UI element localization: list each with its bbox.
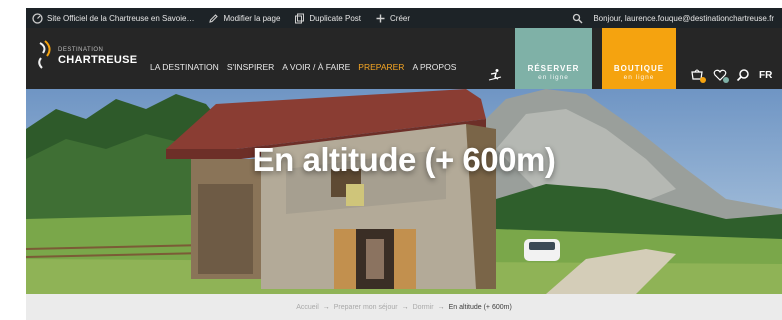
admin-new-label: Créer	[390, 13, 411, 23]
admin-site-name: Site Officiel de la Chartreuse en Savoie…	[47, 13, 195, 23]
ski-icon[interactable]	[488, 68, 502, 82]
nav-preparer[interactable]: PREPARER	[358, 62, 404, 72]
site-logo[interactable]: DESTINATION CHARTREUSE	[34, 38, 137, 74]
nav-a-voir-a-faire[interactable]: A VOIR / À FAIRE	[282, 62, 350, 72]
nav-a-propos[interactable]: A PROPOS	[412, 62, 456, 72]
heart-icon[interactable]	[713, 68, 729, 83]
breadcrumb-current: En altitude (+ 600m)	[448, 303, 512, 311]
language-switcher[interactable]: FR	[759, 70, 772, 81]
breadcrumb: Accueil → Preparer mon séjour → Dormir →…	[26, 294, 782, 320]
breadcrumb-arrow-icon: →	[322, 303, 330, 311]
breadcrumb-prepare[interactable]: Preparer mon séjour	[334, 304, 398, 311]
cart-icon[interactable]	[690, 68, 706, 83]
hero-banner: En altitude (+ 600m)	[26, 89, 782, 294]
admin-duplicate-label: Duplicate Post	[309, 13, 361, 23]
logo-small-text: DESTINATION	[58, 46, 104, 53]
heart-badge	[723, 77, 729, 83]
cart-badge	[700, 77, 706, 83]
boutique-button[interactable]: BOUTIQUE en ligne	[602, 28, 676, 97]
reserve-subtitle: en ligne	[538, 74, 569, 81]
breadcrumb-arrow-icon: →	[401, 303, 409, 311]
reserve-button[interactable]: RÉSERVER en ligne	[515, 28, 592, 97]
boutique-title: BOUTIQUE	[613, 64, 665, 73]
dashboard-icon	[32, 12, 43, 24]
admin-edit-label: Modifier la page	[223, 13, 281, 23]
site-header: DESTINATION CHARTREUSE LA DESTINATION S'…	[26, 28, 782, 97]
main-nav: LA DESTINATION S'INSPIRER A VOIR / À FAI…	[150, 62, 464, 72]
admin-edit-page[interactable]: Modifier la page	[208, 13, 280, 24]
breadcrumb-home[interactable]: Accueil	[296, 304, 319, 311]
boutique-subtitle: en ligne	[623, 74, 655, 81]
pencil-icon	[208, 13, 219, 24]
search-icon[interactable]	[736, 68, 750, 82]
breadcrumb-sleep[interactable]: Dormir	[413, 304, 434, 311]
page-title: En altitude (+ 600m)	[252, 141, 556, 178]
logo-mark-icon	[38, 40, 51, 69]
admin-site-link[interactable]: Site Officiel de la Chartreuse en Savoie…	[32, 12, 195, 24]
breadcrumb-arrow-icon: →	[437, 303, 445, 311]
nav-la-destination[interactable]: LA DESTINATION	[150, 62, 219, 72]
duplicate-icon	[294, 13, 305, 24]
admin-search-icon[interactable]	[572, 13, 583, 24]
admin-new[interactable]: Créer	[375, 13, 410, 24]
nav-sinspirer[interactable]: S'INSPIRER	[227, 62, 274, 72]
admin-greeting[interactable]: Bonjour, laurence.fouque@destinationchar…	[593, 14, 774, 23]
hero-image	[26, 89, 782, 294]
admin-duplicate-post[interactable]: Duplicate Post	[294, 13, 361, 24]
plus-icon	[375, 13, 386, 24]
logo-big-text: CHARTREUSE	[58, 53, 138, 66]
admin-bar: Site Officiel de la Chartreuse en Savoie…	[26, 8, 782, 28]
reserve-title: RÉSERVER	[527, 64, 580, 73]
